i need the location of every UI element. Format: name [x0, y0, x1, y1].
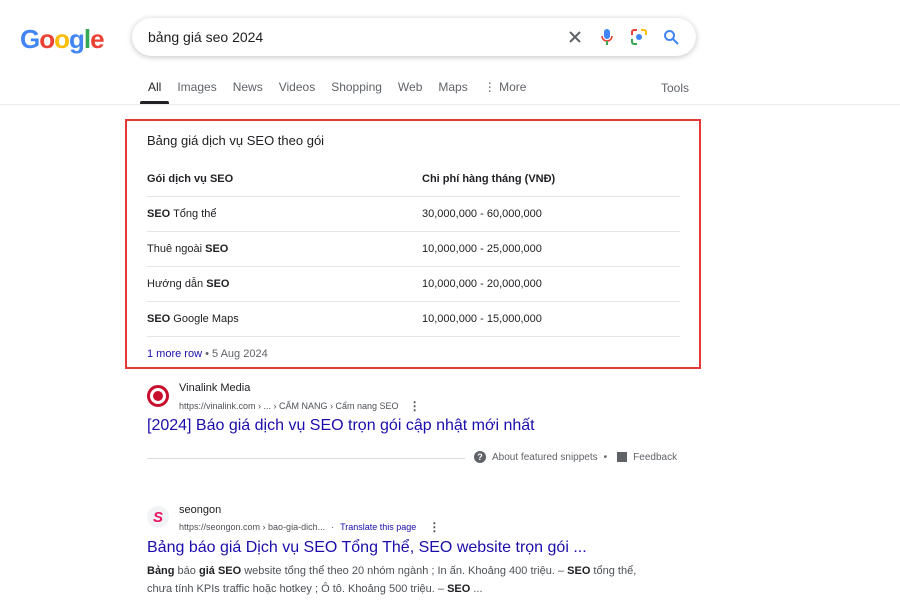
- search-tabs: All Images News Videos Shopping Web Maps ⋮ More: [140, 80, 534, 104]
- bold-text: SEO: [147, 313, 171, 325]
- logo-letter: e: [90, 24, 105, 54]
- vinalink-favicon: [147, 385, 169, 407]
- tab-news[interactable]: News: [225, 80, 271, 104]
- feedback-icon: [617, 452, 628, 462]
- result-url[interactable]: https://seongon.com › bao-gia-dich...: [179, 522, 325, 532]
- result-url[interactable]: https://vinalink.com › ... › CẨM NANG › …: [179, 401, 399, 411]
- logo-letter: o: [54, 24, 70, 54]
- table-row: Hướng dẫn SEO 10,000,000 - 20,000,000: [147, 267, 680, 302]
- separator: •: [603, 451, 608, 463]
- result-site-name[interactable]: Vinalink Media: [179, 382, 250, 394]
- tab-shopping[interactable]: Shopping: [323, 80, 390, 104]
- tab-label: News: [232, 80, 263, 94]
- more-rows-link[interactable]: 1 more row: [147, 348, 202, 360]
- tab-label: Images: [177, 80, 217, 94]
- tab-label: All: [148, 80, 162, 94]
- separator: •: [205, 348, 213, 360]
- result-snippet: Bảng báo giá SEO website tổng thể theo 2…: [147, 562, 647, 598]
- more-options-icon[interactable]: ⋮: [409, 399, 421, 413]
- tab-label: Videos: [278, 80, 316, 94]
- tab-label: Shopping: [331, 80, 382, 94]
- result-title-link[interactable]: [2024] Báo giá dịch vụ SEO trọn gói cập …: [147, 417, 535, 435]
- search-input[interactable]: [148, 29, 554, 45]
- tab-more[interactable]: ⋮ More: [476, 80, 535, 104]
- tab-all[interactable]: All: [140, 80, 170, 104]
- tab-maps[interactable]: Maps: [430, 80, 475, 104]
- table-row: SEO Tổng thể 30,000,000 - 60,000,000: [147, 197, 680, 232]
- service-cell: SEO Tổng thể: [147, 208, 422, 220]
- snippet-date: 5 Aug 2024: [212, 348, 268, 360]
- tools-button[interactable]: Tools: [661, 81, 689, 95]
- table-row: SEO Google Maps 10,000,000 - 15,000,000: [147, 302, 680, 337]
- lens-icon[interactable]: [628, 26, 650, 48]
- close-icon[interactable]: [564, 26, 586, 48]
- text-segment: Google Maps: [170, 313, 239, 325]
- result-title-link[interactable]: Bảng báo giá Dịch vụ SEO Tổng Thể, SEO w…: [147, 539, 587, 557]
- header-price: Chi phí hàng tháng (VNĐ): [422, 173, 556, 185]
- text-segment: ...: [470, 583, 483, 595]
- bold-text: SEO: [205, 243, 229, 255]
- price-cell: 10,000,000 - 20,000,000: [422, 278, 542, 290]
- help-icon: ?: [474, 451, 486, 463]
- bold-text: SEO: [147, 208, 171, 220]
- tab-web[interactable]: Web: [390, 80, 430, 104]
- price-cell: 30,000,000 - 60,000,000: [422, 208, 542, 220]
- tab-videos[interactable]: Videos: [271, 80, 323, 104]
- tab-label: More: [499, 80, 527, 94]
- bold-text: Bảng: [147, 565, 175, 577]
- service-cell: SEO Google Maps: [147, 313, 422, 325]
- table-row: Thuê ngoài SEO 10,000,000 - 25,000,000: [147, 232, 680, 267]
- bold-text: SEO: [447, 583, 471, 595]
- price-cell: 10,000,000 - 25,000,000: [422, 243, 542, 255]
- translate-link[interactable]: Translate this page: [340, 522, 416, 532]
- bold-text: SEO: [567, 565, 591, 577]
- search-icon[interactable]: [660, 26, 682, 48]
- tab-label: Web: [397, 80, 423, 94]
- snippet-footer: 1 more row • 5 Aug 2024: [147, 348, 268, 360]
- result-site-name[interactable]: seongon: [179, 504, 221, 516]
- tab-label: Maps: [438, 80, 468, 94]
- seongon-favicon: S: [147, 506, 169, 528]
- header-divider: [0, 104, 900, 105]
- separator: ·: [331, 522, 335, 532]
- text-segment: Tổng thể: [170, 208, 217, 220]
- price-cell: 10,000,000 - 15,000,000: [422, 313, 542, 325]
- logo-letter: G: [20, 24, 40, 54]
- tab-images[interactable]: Images: [169, 80, 224, 104]
- search-box[interactable]: [132, 18, 696, 56]
- bold-text: SEO: [217, 565, 242, 577]
- mic-icon[interactable]: [596, 26, 618, 48]
- google-logo[interactable]: Google: [20, 24, 105, 55]
- logo-letter: o: [39, 24, 55, 54]
- service-cell: Thuê ngoài SEO: [147, 243, 422, 255]
- bold-text: SEO: [206, 278, 230, 290]
- header-service: Gói dịch vụ SEO: [147, 173, 234, 185]
- bold-text: giá: [198, 565, 215, 577]
- text-segment: báo: [174, 565, 199, 577]
- table-header: Gói dịch vụ SEO Chi phí hàng tháng (VNĐ): [147, 162, 680, 197]
- snippet-title: Bảng giá dịch vụ SEO theo gói: [147, 133, 325, 148]
- logo-letter: g: [69, 24, 85, 54]
- text-segment: Thuê ngoài: [147, 243, 206, 255]
- divider: [147, 458, 465, 459]
- text-segment: website tổng thể theo 20 nhóm ngành ; In…: [241, 565, 568, 577]
- feedback-link[interactable]: Feedback: [633, 452, 677, 463]
- more-vert-icon: ⋮: [483, 80, 500, 94]
- more-options-icon[interactable]: ⋮: [428, 520, 440, 534]
- service-cell: Hướng dẫn SEO: [147, 278, 422, 290]
- about-featured-snippets-link[interactable]: About featured snippets: [492, 452, 598, 463]
- text-segment: Hướng dẫn: [147, 278, 207, 290]
